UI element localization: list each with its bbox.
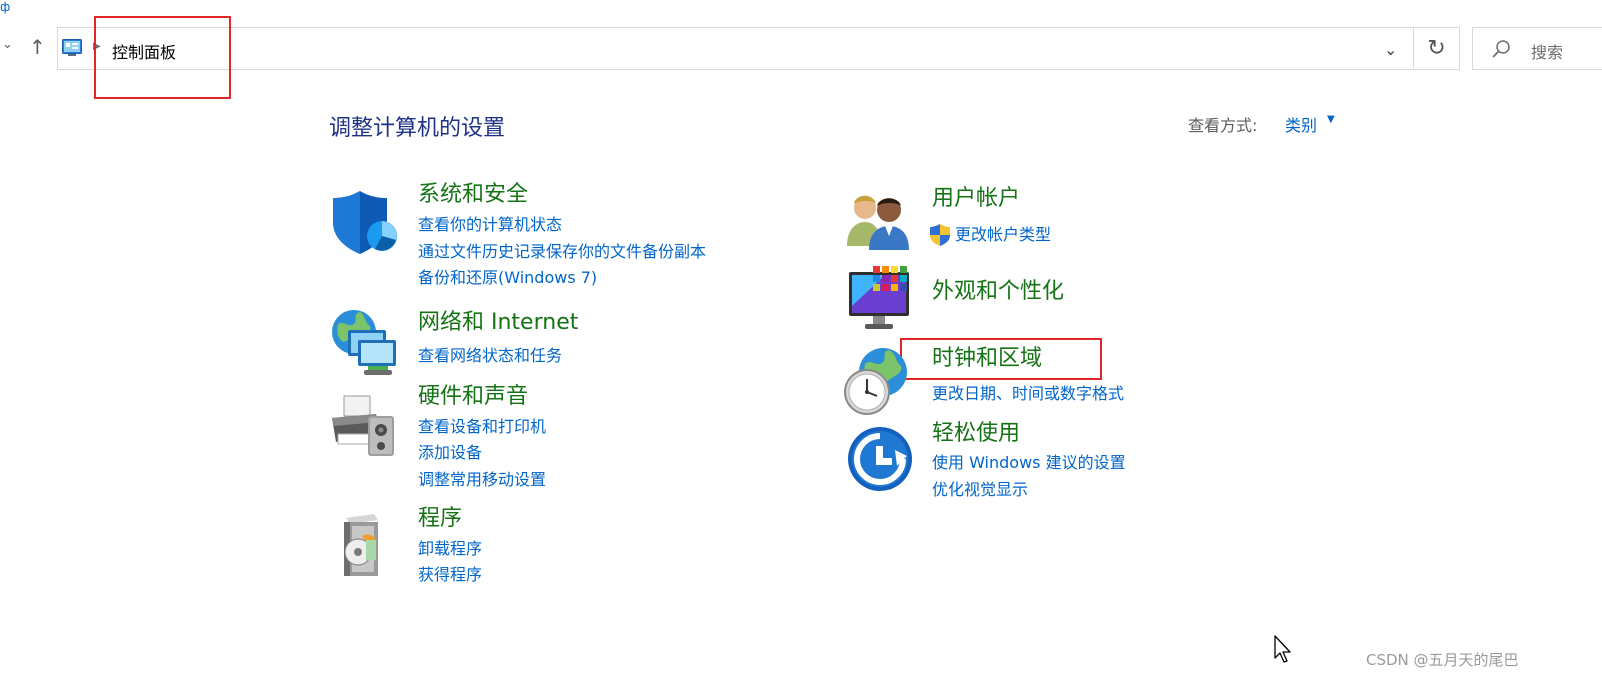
watermark: CSDN @五月天的尾巴 [1366,651,1519,669]
link-change-account-type[interactable]: 更改帐户类型 [955,225,1051,245]
link-change-date-time-format[interactable]: 更改日期、时间或数字格式 [932,384,1124,404]
up-arrow-icon[interactable]: ↑ [29,37,46,57]
breadcrumb-separator-icon: ▶ [93,41,101,52]
link-optimize-display[interactable]: 优化视觉显示 [932,480,1028,500]
refresh-button[interactable]: ↻ [1414,27,1460,70]
category-title-appearance[interactable]: 外观和个性化 [932,279,1064,305]
hardware-printer-speaker-icon [332,395,394,456]
user-accounts-people-icon [847,195,909,250]
link-file-history-backup[interactable]: 通过文件历史记录保存你的文件备份副本 [418,242,706,262]
category-title-clock-region[interactable]: 时钟和区域 [932,346,1042,372]
view-by-label: 查看方式: [1188,116,1258,135]
search-icon [1492,40,1510,58]
view-by-dropdown[interactable]: 类别 [1285,112,1317,136]
control-panel-icon [62,39,82,56]
link-uninstall-program[interactable]: 卸载程序 [418,539,482,559]
category-title-network[interactable]: 网络和 Internet [418,310,578,336]
window-edge-glyph: ф [0,0,11,14]
page-title: 调整计算机的设置 [329,116,506,141]
search-placeholder[interactable]: 搜索 [1531,39,1563,63]
mouse-cursor-icon [1274,635,1291,663]
breadcrumb-control-panel[interactable]: 控制面板 [112,39,176,63]
category-title-hardware[interactable]: 硬件和声音 [418,384,528,410]
appearance-monitor-palette-icon [849,266,909,329]
programs-box-disc-icon [344,514,378,576]
search-box[interactable]: 搜索 [1472,27,1602,70]
link-network-status[interactable]: 查看网络状态和任务 [418,346,562,366]
address-bar[interactable]: ▶ 控制面板 ⌄ [57,27,1414,70]
system-security-shield-icon [333,191,397,254]
link-devices-printers[interactable]: 查看设备和打印机 [418,417,546,437]
view-by-caret-icon[interactable]: ▼ [1327,114,1335,125]
category-title-user-accounts[interactable]: 用户帐户 [932,186,1020,212]
clock-region-globe-clock-icon [844,348,907,415]
ease-of-access-icon [848,427,912,491]
network-globe-monitors-icon [332,310,396,375]
link-add-device[interactable]: 添加设备 [418,443,482,463]
category-title-programs[interactable]: 程序 [418,506,462,532]
category-title-system-security[interactable]: 系统和安全 [418,182,528,208]
link-get-programs[interactable]: 获得程序 [418,565,482,585]
address-dropdown-icon[interactable]: ⌄ [1384,40,1397,59]
link-mobility-settings[interactable]: 调整常用移动设置 [418,470,546,490]
link-backup-restore[interactable]: 备份和还原(Windows 7) [418,268,597,288]
link-view-computer-status[interactable]: 查看你的计算机状态 [418,215,562,235]
uac-shield-icon [930,224,950,246]
recent-locations-chevron-icon[interactable]: ⌄ [2,38,13,51]
refresh-icon: ↻ [1427,36,1446,61]
link-recommended-settings[interactable]: 使用 Windows 建议的设置 [932,453,1126,473]
category-title-ease-of-access[interactable]: 轻松使用 [932,421,1020,447]
